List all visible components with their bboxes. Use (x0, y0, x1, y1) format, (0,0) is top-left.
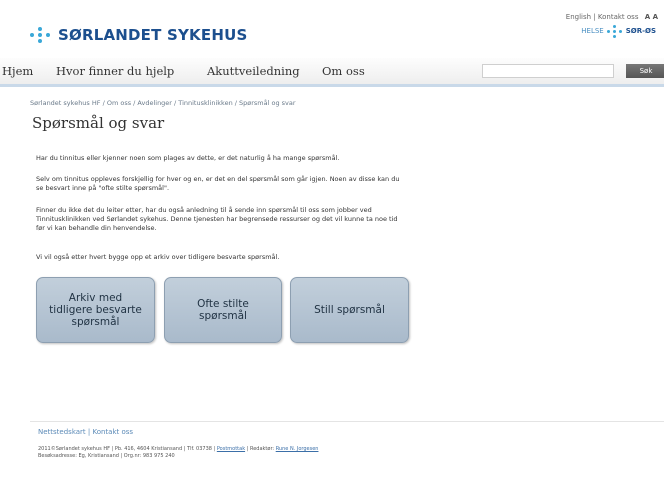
nav-item-home[interactable]: Hjem (2, 64, 33, 78)
archive-button-label-3: spørsmål (71, 316, 120, 328)
search-input[interactable] (482, 64, 614, 78)
editor-link[interactable]: Rune N. Jorgesen (276, 446, 319, 452)
faq-button[interactable]: Ofte stilte spørsmål (164, 277, 282, 343)
main-nav: Hjem Hvor finner du hjelp Akuttveilednin… (0, 58, 664, 87)
archive-note: Vi vil også etter hvert bygge opp et ark… (36, 253, 280, 261)
archive-button-label-1: Arkiv med (68, 292, 123, 304)
partner-logo[interactable]: HELSE SØR-ØS (581, 25, 656, 38)
editor-label: | Redaktør: (246, 446, 275, 452)
logo[interactable]: SØRLANDET SYKEHUS (30, 26, 247, 44)
utility-links-text[interactable]: English | Kontakt oss (566, 13, 639, 21)
faq-button-label-2: spørsmål (199, 310, 247, 322)
footer-divider (30, 421, 664, 422)
nav-item-about[interactable]: Om oss (322, 64, 365, 78)
search-button[interactable]: Søk (626, 64, 664, 78)
body-line-5: før vi kan behandle din henvendelse. (36, 224, 157, 232)
breadcrumb[interactable]: Sørlandet sykehus HF / Om oss / Avdeling… (30, 99, 296, 107)
nav-item-emergency[interactable]: Akuttveiledning (207, 64, 300, 78)
ask-question-button-label: Still spørsmål (314, 304, 385, 316)
nav-item-find-help[interactable]: Hvor finner du hjelp (56, 64, 174, 78)
intro-paragraph: Har du tinnitus eller kjenner noen som p… (36, 154, 340, 162)
utility-links: English | Kontakt oss A A (566, 13, 658, 21)
footer-info: 2011©Sørlandet sykehus HF | Pb. 416, 460… (38, 446, 318, 460)
body-line-2: se besvart inne på "ofte stilte spørsmål… (36, 184, 170, 192)
logo-text: SØRLANDET SYKEHUS (58, 26, 248, 44)
font-size-controls[interactable]: A A (645, 13, 658, 21)
partner-prefix: HELSE (581, 27, 604, 35)
ask-question-button[interactable]: Still spørsmål (290, 277, 409, 343)
body-line-4: Tinnitusklinikken ved Sørlandet sykehus.… (36, 215, 398, 223)
body-line-1: Selv om tinnitus oppleves forskjellig fo… (36, 175, 400, 183)
logo-dots-icon (30, 27, 52, 43)
postmottak-link[interactable]: Postmottak (217, 446, 245, 452)
footer-address: 2011©Sørlandet sykehus HF | Pb. 416, 460… (38, 446, 216, 452)
page-title: Spørsmål og svar (32, 114, 165, 132)
partner-name: SØR-ØS (625, 27, 656, 35)
archive-button[interactable]: Arkiv med tidligere besvarte spørsmål (36, 277, 155, 343)
footer-visit-address: Besøksadresse: Eg, Kristiansand | Org.nr… (38, 453, 175, 459)
faq-button-label-1: Ofte stilte (197, 298, 249, 310)
partner-dots-icon (606, 25, 623, 38)
body-line-3: Finner du ikke det du leiter etter, har … (36, 206, 372, 214)
footer-links[interactable]: Nettstedskart | Kontakt oss (38, 428, 133, 436)
archive-button-label-2: tidligere besvarte (49, 304, 142, 316)
